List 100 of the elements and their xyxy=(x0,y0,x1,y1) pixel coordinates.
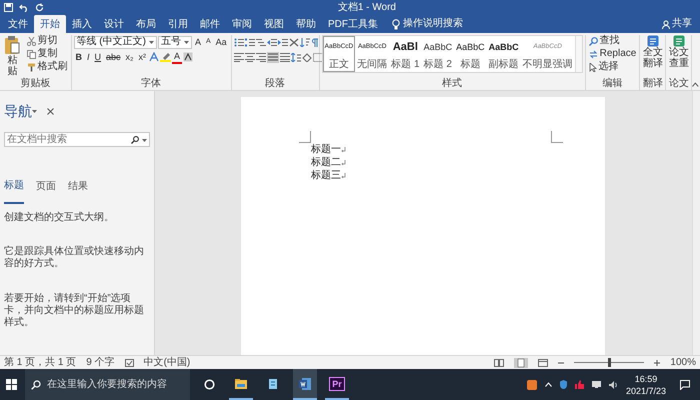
refresh-icon[interactable] xyxy=(35,3,44,12)
group-label: 翻译 xyxy=(642,78,664,90)
document-icon xyxy=(298,376,312,390)
dropdown-caret-icon[interactable] xyxy=(32,110,37,114)
search-field[interactable]: 在文档中搜索 xyxy=(4,132,150,148)
bold-button[interactable]: B xyxy=(74,51,84,63)
pane-tab[interactable]: 页面 xyxy=(36,172,56,204)
distributed-icon[interactable] xyxy=(280,52,290,62)
align-center-icon[interactable] xyxy=(244,52,255,62)
scissors-icon xyxy=(26,36,36,46)
bullet-list-icon[interactable] xyxy=(234,38,244,46)
taskbar-search-field[interactable]: 在这里输入你要搜索的内容 xyxy=(25,369,190,400)
paragraph-mark-icon xyxy=(341,172,346,178)
taskbar-app[interactable] xyxy=(293,369,317,400)
cut-button[interactable]: 剪切 xyxy=(26,35,69,47)
zoom-slider-thumb[interactable] xyxy=(608,358,612,367)
borders-icon[interactable] xyxy=(312,52,323,62)
ribbon-tab[interactable]: 邮件 xyxy=(194,15,226,33)
replace-button[interactable]: Replace xyxy=(588,48,638,60)
grow-font-button[interactable]: A xyxy=(192,36,203,48)
sort-icon[interactable] xyxy=(300,38,310,46)
pilcrow-icon[interactable] xyxy=(310,38,319,46)
replace-icon xyxy=(588,50,598,58)
caret-icon[interactable] xyxy=(142,138,147,142)
shield-icon[interactable] xyxy=(560,380,567,389)
plagiarism-check-button[interactable]: 论文查重 xyxy=(668,35,690,78)
italic-button[interactable]: I xyxy=(85,51,92,63)
select-button[interactable]: 选择 xyxy=(588,61,638,73)
ribbon-tab[interactable]: 设计 xyxy=(98,15,130,33)
group-label: 字体 xyxy=(140,78,162,90)
ribbon-tab[interactable]: 视图 xyxy=(258,15,290,33)
zoom-in-icon[interactable] xyxy=(654,360,660,366)
proofing-icon[interactable] xyxy=(124,358,134,366)
gallery-scrollbar[interactable] xyxy=(574,36,582,72)
underline-button[interactable]: U xyxy=(92,51,104,63)
translate-button[interactable]: 全文翻译 xyxy=(642,35,664,78)
format-painter-button[interactable]: 格式刷 xyxy=(26,61,69,73)
print-layout-icon[interactable] xyxy=(514,358,528,368)
help-text: 它是跟踪具体位置或快速移动内容的好方式。 xyxy=(4,246,145,272)
ribbon-tab[interactable]: 布局 xyxy=(130,15,162,33)
chevron-up-icon[interactable] xyxy=(544,382,552,387)
paragraph-text: 标题三 xyxy=(311,169,341,182)
style-option[interactable]: AaBl 标题 1 xyxy=(389,36,422,72)
pane-tab[interactable]: 标题 xyxy=(4,172,24,204)
ribbon-tab[interactable]: 开始 xyxy=(34,15,66,33)
increase-indent-icon[interactable] xyxy=(278,38,288,46)
align-right-icon[interactable] xyxy=(256,52,266,62)
speaker-icon[interactable] xyxy=(608,380,618,388)
taskbar-app[interactable]: Pr xyxy=(325,369,349,400)
person-icon xyxy=(662,20,670,28)
pane-tab[interactable]: 结果 xyxy=(68,172,88,204)
read-mode-icon[interactable] xyxy=(494,358,504,366)
ribbon-tab[interactable]: 插入 xyxy=(66,15,98,33)
save-icon[interactable] xyxy=(4,3,13,12)
brush-icon xyxy=(26,62,36,72)
font-size-field[interactable]: 五号 xyxy=(158,36,192,48)
pointer-icon xyxy=(588,62,597,72)
ribbon-tab[interactable]: PDF工具集 xyxy=(322,15,384,33)
highlighter-icon[interactable] xyxy=(160,52,172,62)
line-spacing-icon[interactable] xyxy=(290,52,301,62)
close-icon[interactable] xyxy=(47,108,54,116)
share-button[interactable]: 共享 xyxy=(656,15,698,33)
notification-icon[interactable] xyxy=(680,380,690,390)
paragraph-text: 标题一 xyxy=(311,143,341,156)
language-label: 中文(中国) xyxy=(144,356,190,368)
app-tray-icon[interactable] xyxy=(526,380,537,390)
style-option[interactable]: AaBbC 标题 xyxy=(454,36,487,72)
style-option[interactable]: AaBbC 标题 2 xyxy=(422,36,454,72)
collapse-ribbon-icon[interactable] xyxy=(692,82,699,87)
paste-button[interactable]: 粘贴 xyxy=(2,35,23,78)
style-option[interactable]: AaBbC 副标题 xyxy=(486,36,521,72)
pane-title: 导航 xyxy=(4,103,32,120)
notepad-icon xyxy=(266,376,280,390)
vertical-scrollbar[interactable] xyxy=(692,91,700,355)
multilevel-list-icon[interactable] xyxy=(256,38,266,46)
strikethrough-button[interactable]: abc xyxy=(104,51,123,63)
thumbs-up-icon[interactable] xyxy=(574,380,584,389)
task-view-circle-icon[interactable] xyxy=(204,379,215,390)
ribbon-tab[interactable]: 引用 xyxy=(162,15,194,33)
ribbon-tab[interactable]: 审阅 xyxy=(226,15,258,33)
web-layout-icon[interactable] xyxy=(538,358,548,366)
search-icon[interactable] xyxy=(131,136,139,144)
font-name-field[interactable]: 等线 (中文正文) xyxy=(74,36,157,48)
tell-me-search[interactable]: 操作说明搜索 xyxy=(403,18,463,30)
change-case-button[interactable]: Aa xyxy=(214,36,229,48)
subscript-button[interactable]: x₂ xyxy=(124,51,136,63)
network-icon[interactable] xyxy=(592,381,601,388)
numbered-list-icon[interactable] xyxy=(244,38,255,46)
text-effects-icon[interactable] xyxy=(149,52,160,62)
windows-logo-icon[interactable] xyxy=(6,379,17,390)
superscript-button[interactable]: x² xyxy=(136,51,148,63)
ribbon-tab[interactable]: 帮助 xyxy=(290,15,322,33)
decrease-indent-icon[interactable] xyxy=(266,38,277,46)
justify-icon[interactable] xyxy=(266,52,279,62)
find-button[interactable]: 查找 xyxy=(588,35,638,47)
undo-icon[interactable] xyxy=(19,3,29,12)
ribbon-tab[interactable]: 文件 xyxy=(2,15,34,33)
zoom-out-icon[interactable] xyxy=(558,360,564,366)
align-left-icon[interactable] xyxy=(234,52,244,62)
copy-button[interactable]: 复制 xyxy=(26,48,69,60)
